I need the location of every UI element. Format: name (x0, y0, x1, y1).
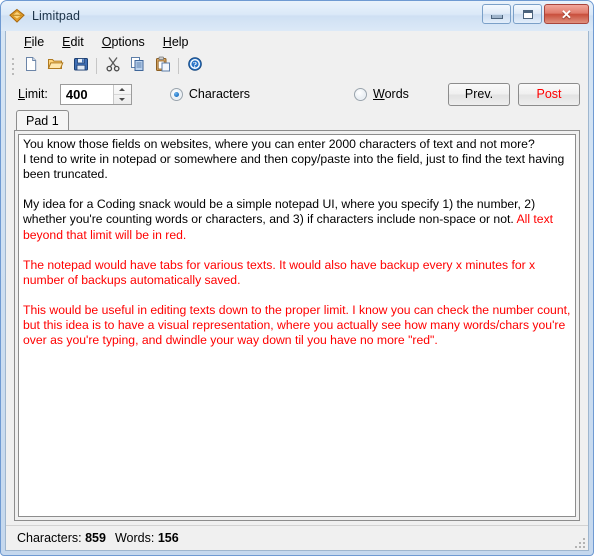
new-icon (23, 56, 39, 77)
toolbar-separator-2 (178, 58, 179, 74)
status-words: Words: 156 (115, 531, 179, 545)
maximize-icon (522, 9, 533, 19)
toolbar-grip[interactable] (10, 57, 16, 75)
paste-button[interactable] (150, 54, 175, 78)
radio-words-indicator (354, 87, 368, 101)
post-button[interactable]: Post (518, 82, 580, 106)
limit-label: Limit: (18, 87, 48, 101)
copy-icon (130, 56, 146, 77)
diamond-icon (8, 7, 26, 25)
help-icon: ? (187, 56, 203, 77)
client-area: File Edit Options Help ? Limit: 400 Char… (5, 31, 589, 551)
status-bar: Characters: 859 Words: 156 (6, 525, 588, 550)
status-characters-label: Characters: (17, 531, 82, 545)
status-characters: Characters: 859 (17, 531, 106, 545)
limit-spinner-buttons[interactable] (112, 84, 131, 104)
toolbar: ? (6, 53, 588, 79)
tab-pad-1[interactable]: Pad 1 (16, 110, 69, 130)
close-icon: ✕ (561, 6, 572, 22)
open-button[interactable] (43, 54, 68, 78)
resize-grip[interactable] (573, 536, 585, 548)
window-title: Limitpad (32, 8, 81, 23)
chevron-down-icon (119, 97, 126, 101)
editor-content: You know those fields on websites, where… (23, 137, 572, 348)
menu-file[interactable]: File (15, 33, 53, 51)
limit-spinner[interactable] (59, 83, 132, 105)
limit-spinner-down[interactable] (114, 95, 131, 104)
new-button[interactable] (18, 54, 43, 78)
status-characters-value: 859 (85, 531, 106, 545)
action-button-group: Prev. Post (448, 82, 580, 106)
svg-text:?: ? (192, 59, 196, 69)
status-words-value: 156 (157, 531, 179, 545)
maximize-button[interactable] (513, 4, 542, 24)
copy-button[interactable] (125, 54, 150, 78)
tab-area: Pad 1 You know those fields on websites,… (14, 109, 580, 521)
tab-strip: Pad 1 (14, 109, 580, 130)
cut-icon (105, 56, 121, 77)
help-button[interactable]: ? (182, 54, 207, 78)
radio-characters-indicator (169, 87, 183, 101)
radio-words[interactable]: Words (354, 87, 409, 101)
menu-options[interactable]: Options (93, 33, 154, 51)
count-mode-group: Characters (169, 87, 251, 101)
cut-button[interactable] (100, 54, 125, 78)
toolbar-separator (96, 58, 97, 74)
editor-text-within-limit: You know those fields on websites, where… (23, 137, 565, 227)
radio-words-label: Words (373, 87, 409, 101)
editor-text-over-limit: All text beyond that limit will be in re… (23, 212, 571, 348)
prev-button[interactable]: Prev. (448, 82, 510, 106)
limit-input[interactable] (60, 84, 113, 104)
save-button[interactable] (68, 54, 93, 78)
radio-characters-label: Characters (188, 87, 251, 101)
options-row: Limit: Characters Words (6, 79, 588, 109)
minimize-button[interactable] (482, 4, 511, 24)
open-icon (47, 56, 64, 77)
menu-bar: File Edit Options Help (6, 31, 588, 53)
radio-characters[interactable]: Characters (169, 87, 251, 101)
close-button[interactable]: ✕ (544, 4, 589, 24)
chevron-up-icon (119, 87, 126, 91)
title-bar: Limitpad ✕ (1, 1, 593, 31)
limitpad-window: Limitpad ✕ File Edit Options Help ? Limi… (0, 0, 594, 556)
tab-panel: You know those fields on websites, where… (14, 130, 580, 521)
menu-help[interactable]: Help (154, 33, 198, 51)
status-words-label: Words: (114, 531, 155, 545)
limit-spinner-up[interactable] (113, 85, 131, 95)
count-mode-group-words: Words (354, 87, 409, 101)
minimize-icon (490, 14, 503, 19)
paste-icon (155, 56, 171, 77)
save-icon (73, 56, 89, 77)
menu-edit[interactable]: Edit (53, 33, 93, 51)
caption-button-group: ✕ (482, 4, 589, 24)
text-editor[interactable]: You know those fields on websites, where… (18, 134, 576, 517)
